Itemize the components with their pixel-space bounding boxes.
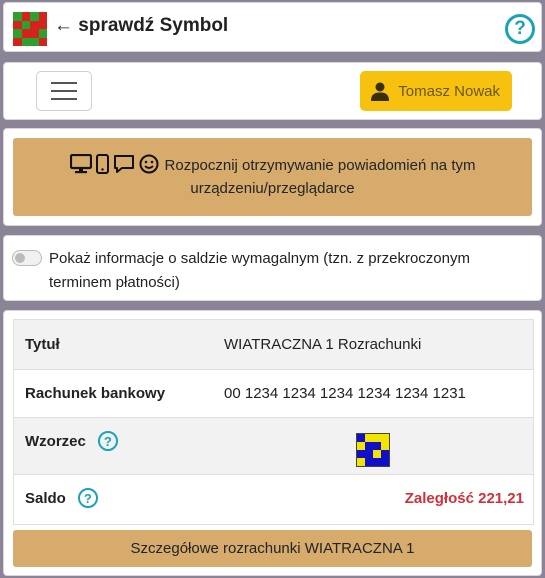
table-row-pattern: Wzorzec ? [14,418,533,475]
navbar: Tomasz Nowak [3,62,542,120]
enable-notifications-button[interactable]: Rozpocznij otrzymywanie powiadomień na t… [13,138,532,216]
balance-label-wrap: Saldo ? [25,488,98,508]
balance-help-icon[interactable]: ? [77,488,98,508]
account-value: 00 1234 1234 1234 1234 1234 1231 [224,385,466,402]
detailed-settlements-button[interactable]: Szczegółowe rozrachunki WIATRACZNA 1 [13,530,532,567]
notifications-label: Rozpocznij otrzymywanie powiadomień na t… [164,157,476,197]
title-label: Tytuł [25,336,60,353]
user-name: Tomasz Nowak [398,82,500,100]
device-icons [69,154,159,174]
pattern-help-icon[interactable]: ? [97,431,118,451]
checkered-logo-icon [13,12,47,46]
table-row-account: Rachunek bankowy 00 1234 1234 1234 1234 … [14,370,533,418]
user-button[interactable]: Tomasz Nowak [360,71,512,111]
app-header: ← sprawdź Symbol ? [3,2,542,52]
desktop-icon [69,154,92,174]
title-value: WIATRACZNA 1 Rozrachunki [224,336,422,353]
table-row-title: Tytuł WIATRACZNA 1 Rozrachunki [14,320,533,370]
pattern-label-wrap: Wzorzec ? [25,431,118,451]
help-icon[interactable]: ? [505,14,535,44]
account-label: Rachunek bankowy [25,385,166,402]
hamburger-menu-icon[interactable] [36,71,92,111]
pattern-icon [356,433,390,467]
smile-icon [139,154,159,174]
details-table: Tytuł WIATRACZNA 1 Rozrachunki Rachunek … [13,319,534,525]
settlement-details-card: Tytuł WIATRACZNA 1 Rozrachunki Rachunek … [3,310,542,576]
overdue-balance-card: Pokaż informacje o saldzie wymagalnym (t… [3,235,542,301]
table-row-balance: Saldo ? Zaległość 221,21 [14,475,533,524]
notification-card: Rozpocznij otrzymywanie powiadomień na t… [3,128,542,226]
chat-icon [113,155,134,173]
user-icon [371,82,390,101]
overdue-balance-toggle[interactable] [12,250,42,266]
balance-label: Saldo [25,489,66,507]
mobile-icon [95,154,109,174]
balance-value: Zaległość 221,21 [404,490,524,507]
pattern-label: Wzorzec [25,432,86,450]
back-link[interactable]: ← sprawdź Symbol [54,15,228,37]
overdue-balance-label: Pokaż informacje o saldzie wymagalnym (t… [49,250,470,291]
